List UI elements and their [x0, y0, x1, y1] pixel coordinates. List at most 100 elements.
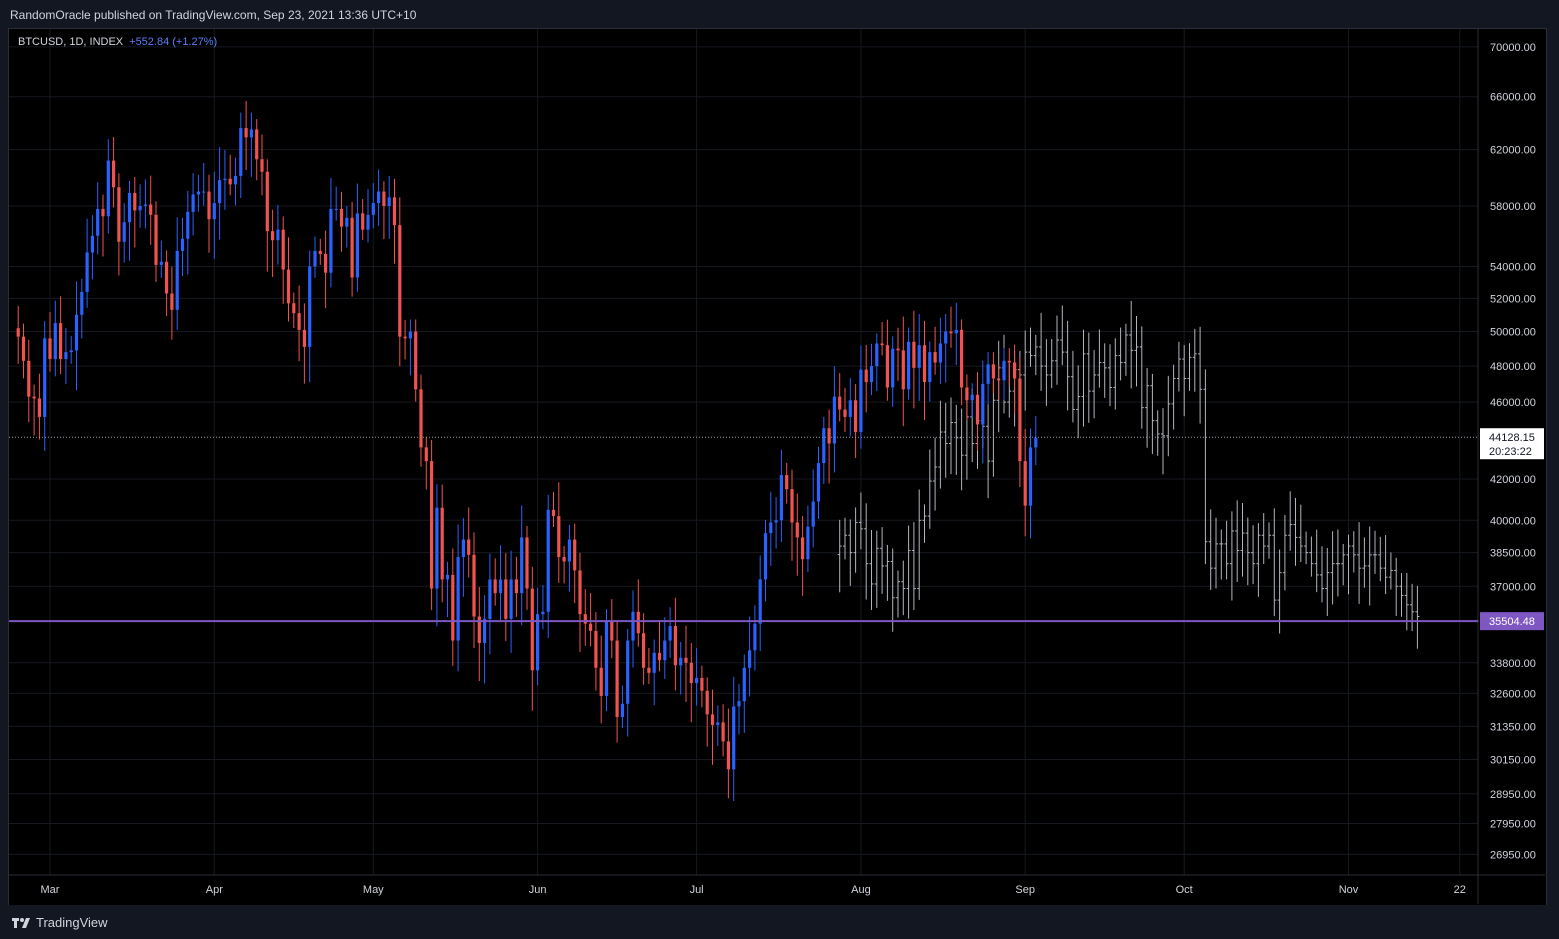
tradingview-logo-icon — [12, 917, 30, 928]
candle-body — [196, 191, 200, 195]
candle-body — [700, 677, 704, 691]
candle-body — [249, 129, 253, 138]
candle-body — [138, 206, 142, 211]
countdown-label: 20:23:22 — [1489, 446, 1532, 458]
candle-body — [875, 343, 879, 367]
candle-body — [122, 222, 126, 242]
candle-body — [536, 614, 540, 671]
symbol-legend: BTCUSD, 1D, INDEX +552.84 (+1.27%) — [18, 36, 217, 48]
candle-body — [922, 345, 927, 383]
candle-body — [48, 338, 52, 360]
candle-body — [345, 217, 349, 227]
candle-body — [281, 229, 285, 270]
candle-body — [69, 350, 73, 353]
candle-body — [313, 250, 317, 267]
candle-body — [377, 191, 381, 204]
candle-body — [907, 341, 911, 390]
candle-body — [498, 579, 503, 594]
candle-body — [461, 539, 465, 558]
x-tick-label: Mar — [41, 884, 60, 896]
candle-body — [85, 252, 89, 292]
candle-body — [1034, 437, 1038, 448]
candle-body — [191, 194, 195, 212]
candle-body — [467, 539, 471, 555]
candle-body — [308, 266, 312, 347]
candle-body — [43, 338, 47, 417]
candle-body — [472, 554, 476, 617]
y-tick-label: 31350.00 — [1490, 721, 1536, 733]
candle-body — [668, 626, 672, 641]
candle-body — [721, 722, 725, 742]
y-tick-label: 66000.00 — [1490, 92, 1536, 104]
candle-body — [748, 650, 752, 668]
y-tick-label: 48000.00 — [1490, 361, 1536, 373]
candle-body — [843, 409, 847, 417]
y-tick-label: 46000.00 — [1490, 397, 1536, 409]
candle-body — [716, 722, 720, 726]
candle-body — [997, 378, 1001, 381]
candle-body — [435, 507, 439, 589]
candle-body — [1007, 360, 1011, 363]
candle-body — [695, 677, 699, 684]
candle-body — [726, 741, 730, 770]
candle-body — [74, 314, 79, 351]
candle-body — [567, 539, 571, 562]
candle-body — [90, 235, 94, 253]
candle-body — [938, 343, 942, 363]
y-tick-label: 26950.00 — [1490, 849, 1536, 861]
candle-body — [59, 323, 63, 360]
candle-body — [133, 192, 137, 211]
candle-body — [541, 611, 545, 615]
x-tick-label: Oct — [1176, 884, 1193, 896]
candle-body — [154, 214, 158, 265]
candle-body — [223, 178, 227, 181]
candle-body — [106, 160, 110, 217]
candle-body — [710, 714, 715, 726]
price-chart[interactable]: 70000.00 66000.00 62000.00 58000.00 54000.00… — [0, 0, 1559, 939]
y-tick-label: 38500.00 — [1490, 548, 1536, 560]
candle-body — [869, 366, 874, 383]
candle-body — [488, 579, 492, 619]
candle-body — [732, 706, 736, 770]
footer-bar: TradingView — [0, 905, 1559, 939]
candle-body — [822, 428, 826, 464]
candle-body — [350, 217, 354, 278]
candle-body — [228, 178, 232, 185]
candle-body — [663, 640, 667, 661]
y-tick-label: 52000.00 — [1490, 293, 1536, 305]
candle-body — [339, 208, 344, 227]
candle-body — [493, 579, 497, 594]
candle-body — [795, 522, 799, 538]
change-label: +552.84 (+1.27%) — [129, 36, 218, 48]
candle-body — [928, 352, 932, 383]
candle-body — [896, 348, 900, 351]
candle-body — [403, 336, 407, 339]
y-tick-label: 33800.00 — [1490, 658, 1536, 670]
candle-body — [901, 350, 905, 390]
candle-body — [790, 489, 794, 523]
candle-body — [763, 533, 768, 580]
candle-body — [408, 331, 412, 339]
candle-body — [16, 328, 20, 337]
y-tick-label: 50000.00 — [1490, 327, 1536, 339]
candle-body — [647, 667, 651, 673]
support-price-label: 35504.48 — [1489, 616, 1535, 628]
candle-body — [276, 229, 280, 241]
candle-body — [530, 588, 534, 671]
candle-body — [175, 250, 179, 310]
candle-body — [149, 204, 153, 215]
candle-body — [509, 579, 513, 619]
candle-body — [21, 336, 26, 361]
candle-body — [53, 323, 57, 360]
candle-body — [398, 225, 402, 337]
candle-body — [1013, 362, 1017, 379]
candle-body — [806, 526, 810, 560]
candle-body — [318, 250, 322, 255]
tradingview-logo[interactable]: TradingView — [12, 915, 108, 930]
x-tick-label: Jun — [529, 884, 547, 896]
candle-body — [324, 254, 328, 273]
candle-body — [159, 261, 163, 265]
candle-body — [180, 238, 185, 251]
candle-body — [891, 348, 895, 388]
candle-body — [525, 537, 529, 589]
